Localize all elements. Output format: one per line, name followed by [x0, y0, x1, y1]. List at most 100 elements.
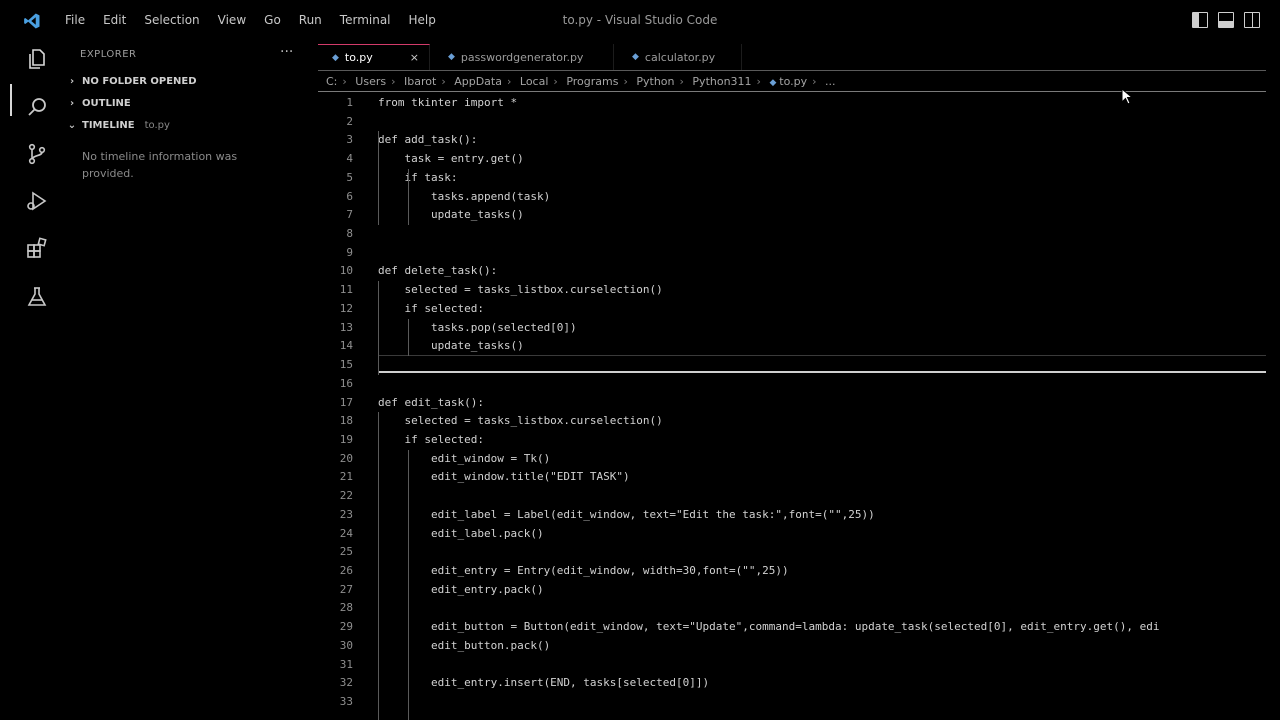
- code-text: edit_label = Label(edit_window, text="Ed…: [378, 507, 875, 521]
- source-control-icon[interactable]: [22, 139, 52, 169]
- breadcrumb-item[interactable]: AppData: [454, 75, 502, 88]
- line-number: 26: [339, 564, 353, 577]
- testing-icon[interactable]: [22, 282, 52, 312]
- menu-help[interactable]: Help: [400, 13, 445, 27]
- code-line[interactable]: 20 edit_window = Tk(): [310, 450, 1280, 468]
- python-file-icon: ◆: [769, 78, 780, 88]
- code-line[interactable]: 21 edit_window.title("EDIT TASK"): [310, 468, 1280, 486]
- timeline-file: to.py: [144, 120, 170, 131]
- indent-guide: [378, 412, 379, 720]
- menu-file[interactable]: File: [56, 13, 94, 27]
- code-line[interactable]: 25: [310, 543, 1280, 561]
- code-line[interactable]: 19 if selected:: [310, 431, 1280, 449]
- section-no-folder[interactable]: › NO FOLDER OPENED: [66, 76, 197, 87]
- indent-guide: [408, 449, 409, 720]
- code-line[interactable]: 24 edit_label.pack(): [310, 525, 1280, 543]
- code-line[interactable]: 27 edit_entry.pack(): [310, 581, 1280, 599]
- python-file-icon: ◆: [632, 52, 639, 62]
- code-line[interactable]: 14 update_tasks(): [310, 337, 1280, 355]
- indent-guide: [378, 281, 379, 375]
- code-line[interactable]: 23 edit_label = Label(edit_window, text=…: [310, 506, 1280, 524]
- code-text: if selected:: [378, 301, 484, 315]
- code-editor[interactable]: 1 from tkinter import * 2 3 def add_task(): 4…: [310, 94, 1280, 720]
- explorer-icon[interactable]: [22, 44, 52, 74]
- code-line[interactable]: 11 selected = tasks_listbox.curselection…: [310, 281, 1280, 299]
- tab-passwordgenerator-py[interactable]: ◆ passwordgenerator.py: [430, 44, 614, 70]
- code-line[interactable]: 28: [310, 599, 1280, 617]
- chevron-right-icon: ›: [69, 98, 75, 109]
- menu-selection[interactable]: Selection: [135, 13, 208, 27]
- code-line[interactable]: 26 edit_entry = Entry(edit_window, width…: [310, 562, 1280, 580]
- code-line[interactable]: 33: [310, 693, 1280, 711]
- code-line[interactable]: 12 if selected:: [310, 300, 1280, 318]
- code-line[interactable]: 17 def edit_task():: [310, 394, 1280, 412]
- breadcrumb-item[interactable]: Programs: [566, 75, 618, 88]
- line-number: 8: [346, 227, 353, 241]
- tab-calculator-py[interactable]: ◆ calculator.py: [614, 44, 742, 70]
- more-actions-icon[interactable]: ···: [280, 44, 293, 60]
- title-bar: File Edit Selection View Go Run Terminal…: [0, 0, 1280, 44]
- code-text: edit_button = Button(edit_window, text="…: [378, 620, 1160, 634]
- close-icon[interactable]: ×: [410, 51, 419, 64]
- code-line[interactable]: 4 task = entry.get(): [310, 150, 1280, 168]
- code-line[interactable]: 9: [310, 244, 1280, 262]
- code-line[interactable]: 6 tasks.append(task): [310, 188, 1280, 206]
- code-line[interactable]: 7 update_tasks(): [310, 206, 1280, 224]
- code-line[interactable]: 2: [310, 113, 1280, 131]
- code-line[interactable]: 8: [310, 225, 1280, 243]
- tab-to-py[interactable]: ◆ to.py ×: [318, 44, 430, 70]
- menu-view[interactable]: View: [209, 13, 255, 27]
- tab-label: to.py: [344, 51, 373, 64]
- menu-terminal[interactable]: Terminal: [331, 13, 400, 27]
- code-line[interactable]: 22: [310, 487, 1280, 505]
- code-text: edit_label.pack(): [378, 526, 544, 540]
- mouse-pointer-icon: [1121, 88, 1134, 105]
- code-line[interactable]: 15: [310, 356, 1280, 374]
- chevron-down-icon: ⌄: [67, 120, 77, 131]
- menu-bar: File Edit Selection View Go Run Terminal…: [56, 13, 445, 27]
- code-line[interactable]: 18 selected = tasks_listbox.curselection…: [310, 412, 1280, 430]
- code-line[interactable]: 10 def delete_task():: [310, 262, 1280, 280]
- section-timeline[interactable]: ⌄ TIMELINE to.py: [66, 120, 170, 131]
- menu-run[interactable]: Run: [290, 13, 331, 27]
- code-text: edit_entry = Entry(edit_window, width=30…: [378, 564, 789, 577]
- section-label: NO FOLDER OPENED: [82, 76, 197, 87]
- code-text: if task:: [378, 170, 458, 184]
- line-number: 20: [339, 451, 353, 465]
- menu-go[interactable]: Go: [255, 13, 290, 27]
- line-number: 9: [346, 245, 353, 259]
- code-text: tasks.append(task): [378, 189, 551, 203]
- breadcrumb-item[interactable]: Users: [355, 75, 386, 88]
- code-line[interactable]: 30 edit_button.pack(): [310, 637, 1280, 655]
- line-number: 2: [346, 114, 353, 128]
- tab-label: passwordgenerator.py: [460, 50, 584, 64]
- breadcrumb-item[interactable]: Local: [520, 75, 549, 88]
- code-line[interactable]: 13 tasks.pop(selected[0]): [310, 319, 1280, 337]
- code-text: def delete_task():: [378, 264, 498, 278]
- code-line[interactable]: 31: [310, 656, 1280, 674]
- code-line[interactable]: 29 edit_button = Button(edit_window, tex…: [310, 618, 1280, 636]
- menu-edit[interactable]: Edit: [94, 13, 135, 27]
- code-line[interactable]: 3 def add_task():: [310, 131, 1280, 149]
- extensions-icon[interactable]: [22, 234, 52, 264]
- breadcrumb-item[interactable]: Python: [636, 75, 674, 88]
- code-line[interactable]: 5 if task:: [310, 169, 1280, 187]
- code-line[interactable]: 16: [310, 375, 1280, 393]
- toggle-secondary-sidebar-icon[interactable]: [1244, 12, 1260, 28]
- run-debug-icon[interactable]: [22, 186, 52, 216]
- code-line[interactable]: 32 edit_entry.insert(END, tasks[selected…: [310, 674, 1280, 692]
- breadcrumb-item[interactable]: C:: [326, 75, 337, 88]
- breadcrumb-item[interactable]: Ibarot: [404, 75, 436, 88]
- toggle-panel-icon[interactable]: [1218, 12, 1234, 28]
- breadcrumb-item[interactable]: to.py: [779, 75, 807, 88]
- code-text: edit_entry.pack(): [378, 582, 544, 596]
- breadcrumb-item[interactable]: ...: [825, 75, 836, 88]
- line-number: 4: [346, 152, 353, 166]
- toggle-primary-sidebar-icon[interactable]: [1192, 12, 1208, 28]
- line-number: 28: [339, 601, 353, 615]
- sidebar-title: EXPLORER: [80, 49, 137, 60]
- search-icon[interactable]: [22, 92, 52, 122]
- breadcrumb-item[interactable]: Python311: [692, 75, 751, 88]
- line-number: 29: [339, 620, 353, 634]
- section-outline[interactable]: › OUTLINE: [66, 98, 131, 109]
